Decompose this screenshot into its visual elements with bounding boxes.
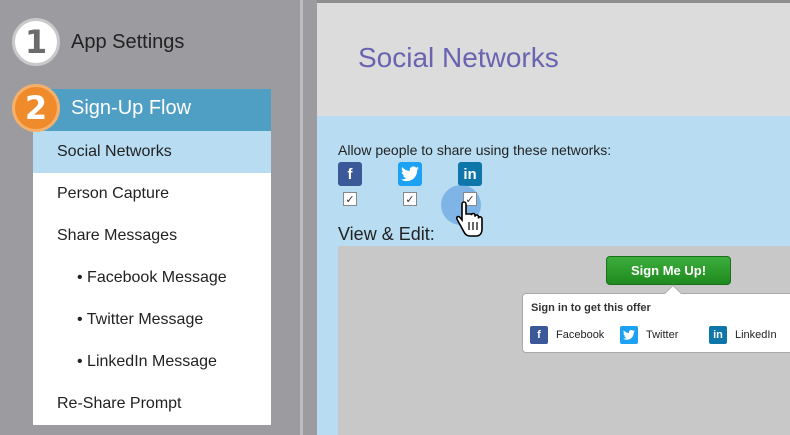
popup-network-label: Facebook <box>556 329 605 341</box>
main-panel: Social Networks Allow people to share us… <box>317 0 790 435</box>
sidebar-item-social-networks[interactable]: Social Networks <box>33 131 271 173</box>
sidebar-item-share-messages[interactable]: Share Messages <box>33 215 271 257</box>
sign-in-popup: Sign in to get this offer f Facebook Twi… <box>522 284 790 353</box>
twitter-icon <box>620 326 638 344</box>
facebook-checkbox[interactable]: ✓ <box>343 192 357 206</box>
page-title: Social Networks <box>358 42 559 73</box>
sign-me-up-button[interactable]: Sign Me Up! <box>606 256 731 285</box>
sidebar-item-linkedin-message[interactable]: • LinkedIn Message <box>33 341 271 383</box>
popup-network-label: LinkedIn <box>735 329 777 341</box>
left-sidebar: 1 App Settings 2 Sign-Up Flow Social Net… <box>0 0 300 435</box>
linkedin-icon: in <box>458 162 482 186</box>
preview-area: Sign Me Up! Sign in to get this offer f … <box>338 246 790 435</box>
sidebar-item-facebook-message[interactable]: • Facebook Message <box>33 257 271 299</box>
popup-title: Sign in to get this offer <box>531 302 651 314</box>
step-label: Sign-Up Flow <box>71 96 192 119</box>
popup-linkedin-link[interactable]: in LinkedIn <box>709 326 777 344</box>
linkedin-icon: in <box>709 326 727 344</box>
twitter-icon <box>398 162 422 186</box>
step-number-badge: 2 <box>12 84 60 132</box>
step-app-settings[interactable]: 1 App Settings <box>12 18 184 66</box>
sidebar-item-person-capture[interactable]: Person Capture <box>33 173 271 215</box>
allow-share-label: Allow people to share using these networ… <box>338 142 612 158</box>
step-label: App Settings <box>71 30 185 53</box>
sidebar-item-twitter-message[interactable]: • Twitter Message <box>33 299 271 341</box>
panel-gap <box>303 0 317 435</box>
twitter-checkbox[interactable]: ✓ <box>403 192 417 206</box>
step-sign-up-flow[interactable]: 2 Sign-Up Flow <box>12 84 191 132</box>
popup-facebook-link[interactable]: f Facebook <box>530 326 604 344</box>
popup-arrow <box>664 284 682 302</box>
popup-twitter-link[interactable]: Twitter <box>620 326 678 344</box>
sidebar-item-re-share-prompt[interactable]: Re-Share Prompt <box>33 383 271 425</box>
step-number-badge: 1 <box>12 18 60 66</box>
popup-network-label: Twitter <box>646 329 679 341</box>
view-edit-label: View & Edit: <box>338 224 435 244</box>
sidebar-menu: Social Networks Person Capture Share Mes… <box>33 131 271 425</box>
hand-cursor-icon <box>455 201 483 237</box>
main-top-border <box>317 0 790 3</box>
facebook-icon: f <box>338 162 362 186</box>
facebook-icon: f <box>530 326 548 344</box>
settings-panel: Allow people to share using these networ… <box>317 116 790 435</box>
